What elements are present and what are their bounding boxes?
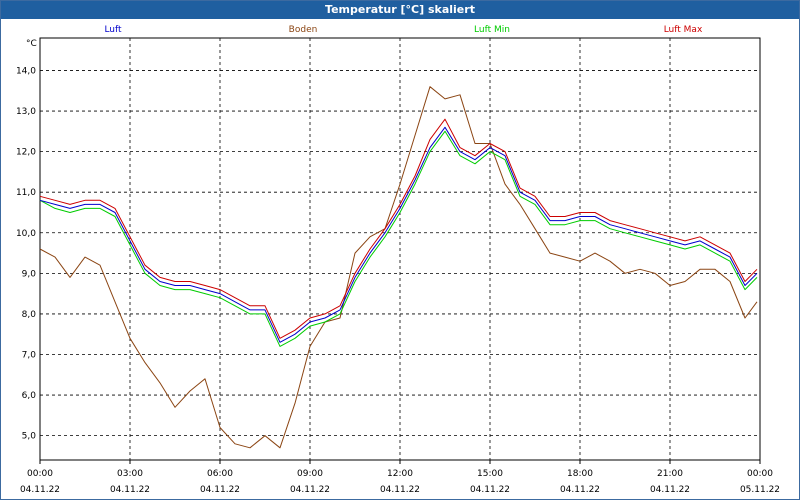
series-layer [39,86,758,449]
temperature-chart: Luft Boden Luft Min Luft Max 5,0 6,0 7,0 8,0 9,… [16,25,780,495]
y-tick-label: 5,0 [22,432,37,442]
y-tick-label: 7,0 [22,351,37,361]
x-tick-time: 18:00 [567,469,593,479]
x-tick-date: 04.11.22 [650,485,690,495]
x-tick-time: 00:00 [747,469,773,479]
tick-labels: 5,0 6,0 7,0 8,0 9,0 10,0 11,0 12,0 13,0 14,0 00:00… [16,39,780,495]
x-tick-time: 03:00 [117,469,143,479]
x-tick-date: 04.11.22 [470,485,510,495]
y-tick-label: 14,0 [16,66,36,76]
y-tick-label: 13,0 [16,107,36,117]
legend-entry-luft-max: Luft Max [664,25,703,35]
x-tick-date: 04.11.22 [560,485,600,495]
series-line-luft-min [39,130,758,347]
legend-entry-luft: Luft [104,25,122,35]
y-axis-label: °C [26,39,37,49]
x-tick-time: 00:00 [27,469,53,479]
y-tick-label: 11,0 [16,188,36,198]
y-tick-label: 9,0 [22,269,37,279]
x-tick-date: 04.11.22 [200,485,240,495]
legend: Luft Boden Luft Min Luft Max [104,25,703,35]
series-line-luft-max [39,118,758,339]
x-tick-date: 04.11.22 [380,485,420,495]
y-tick-label: 10,0 [16,229,36,239]
x-tick-date: 04.11.22 [110,485,150,495]
x-tick-time: 15:00 [477,469,503,479]
x-tick-date: 04.11.22 [290,485,330,495]
series-line-luft [39,126,758,343]
x-tick-date: 04.11.22 [20,485,60,495]
y-tick-label: 6,0 [22,391,37,401]
x-tick-time: 21:00 [657,469,683,479]
x-tick-time: 06:00 [207,469,233,479]
y-tick-label: 12,0 [16,148,36,158]
x-tick-date: 05.11.22 [740,485,780,495]
legend-entry-luft-min: Luft Min [474,25,510,35]
legend-entry-boden: Boden [289,25,318,35]
grid [40,38,760,460]
x-tick-time: 12:00 [387,469,413,479]
y-tick-label: 8,0 [22,310,37,320]
x-tick-time: 09:00 [297,469,323,479]
